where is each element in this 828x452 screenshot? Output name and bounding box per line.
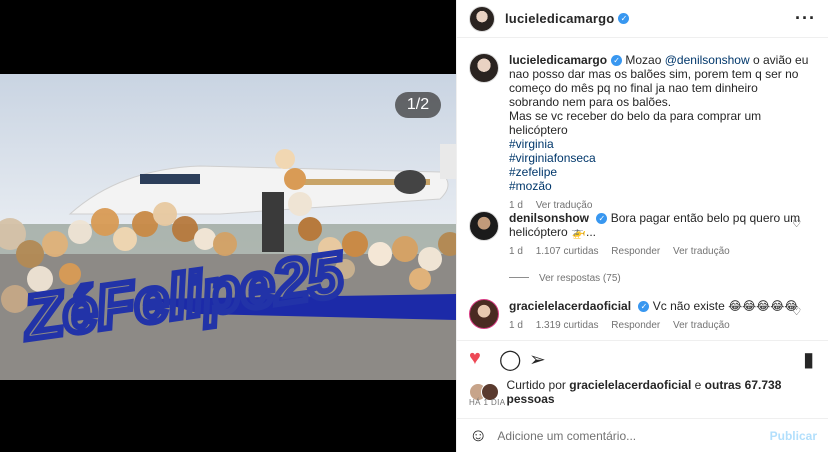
caption-time: 1 d (509, 200, 523, 211)
carousel-counter: 1/2 (395, 92, 441, 118)
post-photo[interactable]: ZéFelipe25 (0, 74, 456, 380)
view-replies-label[interactable]: Ver respostas (75) (539, 273, 621, 284)
more-icon[interactable]: ··· (795, 8, 816, 29)
comment-time: 1 d (509, 320, 523, 331)
hashtag[interactable]: #zefelipe (509, 165, 557, 179)
comment-text: Vc não existe 😂😂😂😂😂 (652, 299, 799, 313)
comment-like-icon[interactable]: ♡ (792, 307, 801, 318)
comment-username[interactable]: denilsonshow (509, 211, 589, 225)
emoji-icon[interactable]: ☺ (469, 425, 487, 446)
comment-likes[interactable]: 1.319 curtidas (536, 320, 599, 331)
replies-divider (509, 277, 529, 278)
comment-like-icon[interactable]: ♡ (792, 219, 801, 230)
author-username[interactable]: lucieledicamargo (505, 11, 614, 26)
caption: lucieledicamargo ✓ Mozao @denilsonshow o … (469, 53, 809, 213)
hashtag[interactable]: #virginia (509, 137, 554, 151)
add-comment-bar: ☺ Publicar (457, 418, 828, 452)
comment-item: gracielelacerdaoficial ✓ Vc não existe 😂… (469, 299, 809, 333)
verified-icon: ✓ (638, 301, 650, 312)
comment-translate[interactable]: Ver tradução (673, 246, 730, 257)
hashtag[interactable]: #mozão (509, 179, 552, 193)
comment-input[interactable] (497, 428, 768, 443)
caption-text-start: Mozao (625, 53, 665, 67)
comment-avatar[interactable] (469, 299, 499, 329)
post-comment-button[interactable]: Publicar (770, 429, 817, 443)
bookmark-icon[interactable]: ▮ (803, 347, 814, 372)
comment-item: denilsonshow ✓ Bora pagar então belo pq … (469, 211, 809, 259)
heart-icon[interactable]: ♥ (469, 347, 481, 370)
comment-time: 1 d (509, 246, 523, 257)
comment-username[interactable]: gracielelacerdaoficial (509, 299, 631, 313)
verified-icon: ✓ (611, 55, 623, 66)
comment-body: gracielelacerdaoficial ✓ Vc não existe 😂… (509, 299, 809, 333)
comment-meta: 1 d 1.319 curtidas Responder Ver traduçã… (509, 319, 809, 333)
caption-mention[interactable]: @denilsonshow (665, 53, 750, 67)
comment-translate[interactable]: Ver tradução (673, 320, 730, 331)
likes-summary: Curtido por gracielelacerdaoficial e out… (469, 378, 828, 406)
comment-likes[interactable]: 1.107 curtidas (536, 246, 599, 257)
post-header: lucieledicamargo ✓ ··· (457, 0, 828, 38)
hashtag[interactable]: #virginiafonseca (509, 151, 596, 165)
share-icon[interactable]: ➢ (529, 347, 546, 372)
comments-section: lucieledicamargo ✓ Mozao @denilsonshow o … (457, 39, 828, 339)
caption-username[interactable]: lucieledicamargo (509, 53, 607, 67)
caption-line2: Mas se vc receber do belo da para compra… (509, 109, 762, 137)
caption-avatar[interactable] (469, 53, 499, 83)
comment-reply[interactable]: Responder (611, 246, 660, 257)
likes-prefix: Curtido por (506, 378, 570, 392)
likes-text: Curtido por gracielelacerdaoficial e out… (507, 378, 828, 406)
jet-balloons-image: ZéFelipe25 (0, 74, 456, 380)
comment-avatar[interactable] (469, 211, 499, 241)
likes-mid: e (691, 378, 705, 392)
view-replies[interactable]: Ver respostas (75) (509, 273, 621, 284)
post-sidebar: lucieledicamargo ✓ ··· lucieledicamargo ✓… (456, 0, 828, 452)
author-avatar[interactable] (469, 5, 495, 32)
post-date: HÁ 1 DIA (469, 398, 506, 407)
caption-translate[interactable]: Ver tradução (536, 200, 593, 211)
post-media: ZéFelipe25 1/2 (0, 0, 456, 452)
comment-meta: 1 d 1.107 curtidas Responder Ver traduçã… (509, 245, 809, 259)
comment-body: denilsonshow ✓ Bora pagar então belo pq … (509, 211, 809, 259)
comment-icon[interactable]: ◯ (499, 347, 521, 372)
verified-icon: ✓ (596, 213, 608, 224)
verified-icon: ✓ (618, 13, 630, 24)
caption-body: lucieledicamargo ✓ Mozao @denilsonshow o … (509, 53, 809, 213)
likes-user[interactable]: gracielelacerdaoficial (569, 378, 691, 392)
action-bar: ♥ ◯ ➢ ▮ (457, 340, 828, 376)
comment-reply[interactable]: Responder (611, 320, 660, 331)
